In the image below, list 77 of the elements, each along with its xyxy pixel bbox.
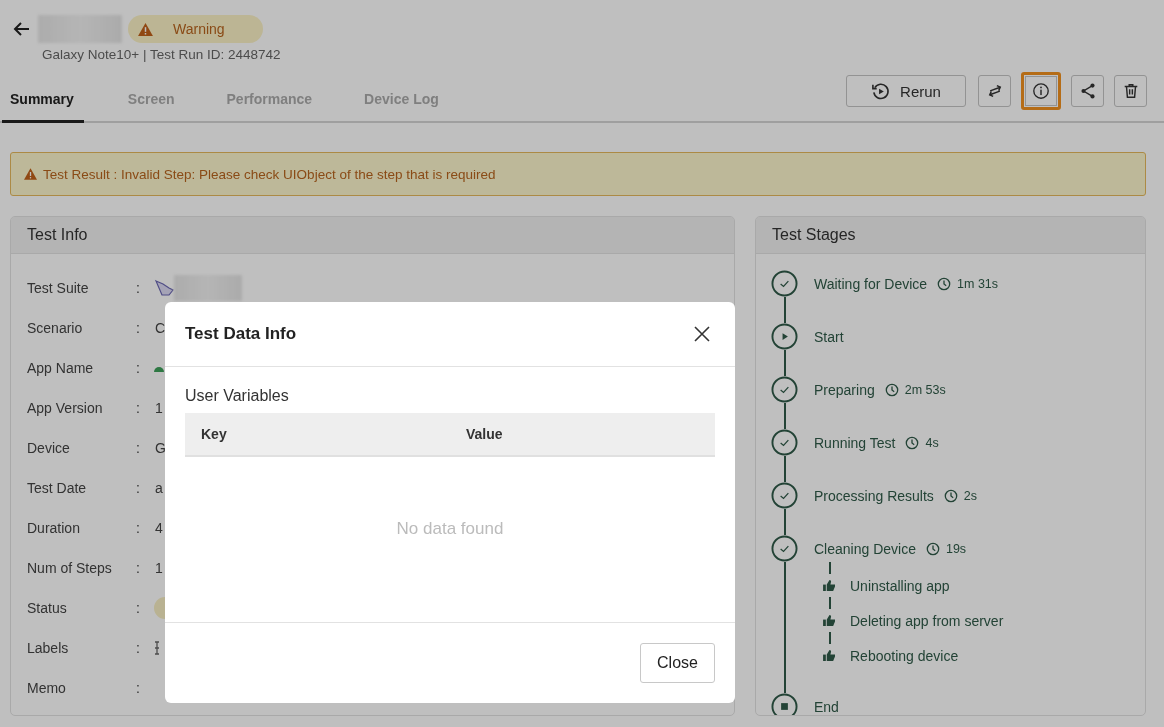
thumbs-up-icon [823,615,836,626]
blurred-text [174,275,242,301]
stage-name: Cleaning Device [814,540,916,557]
swap-button[interactable] [978,75,1011,107]
colon-separator: : [136,680,141,696]
replay-icon [871,81,891,101]
colon-separator: : [136,600,141,616]
colon-separator: : [136,400,141,416]
panel-title: Test Stages [756,217,1145,254]
colon-separator: : [136,640,141,656]
stage-name: Preparing [814,381,875,398]
clock-icon [884,382,899,397]
info-icon [1032,82,1050,100]
clock-icon [943,488,958,503]
panel-title: Test Info [11,217,734,254]
close-icon[interactable] [694,326,710,342]
substep-name: Deleting app from server [850,612,1004,629]
stage-duration: 4s [925,435,939,450]
thumbs-up-icon [823,580,836,591]
field-value: a [155,480,163,496]
stage-name: End [814,698,839,715]
field-label: Labels [27,640,70,656]
stage-duration: 2s [963,488,978,503]
info-button[interactable] [1021,72,1061,110]
colon-separator: : [136,560,141,576]
clock-icon [905,435,920,450]
field-label: Status [27,600,68,616]
field-value: 4 [155,520,163,536]
stage-name: Waiting for Device [814,275,928,292]
field-value: 1 [155,560,163,576]
field-label: App Version [27,400,104,416]
colon-separator: : [136,480,141,496]
clock-icon [937,276,952,291]
stage-name: Processing Results [814,487,934,504]
status-badge: Warning [128,15,263,43]
colon-separator: : [136,440,141,456]
colon-separator: : [136,520,141,536]
close-button[interactable]: Close [640,643,715,683]
field-label: App Name [27,360,95,376]
field-label: Memo [27,680,67,696]
stage-duration: 19s [945,541,967,556]
field-value: C [155,320,166,336]
field-value: 1 [155,400,163,416]
field-label: Scenario [27,320,84,336]
substep-name: Rebooting device [850,647,959,664]
colon-separator: : [136,320,141,336]
field-label: Duration [27,520,81,536]
stage-name: Start [814,328,844,345]
rerun-button[interactable]: Rerun [846,75,966,107]
thumbs-up-icon [823,650,836,661]
field-value: G [155,440,166,456]
field-label: Device [27,440,71,456]
tag-icon [154,640,160,656]
warning-icon [24,168,37,180]
stage-duration: 2m 53s [904,382,946,397]
suite-icon [154,279,174,297]
warning-icon [138,22,153,36]
colon-separator: : [136,280,141,296]
delete-button[interactable] [1114,75,1147,107]
field-label: Test Suite [27,280,90,296]
column-header: Key [200,426,228,442]
stage-name: Running Test [814,434,896,451]
empty-message: No data found [396,519,504,539]
android-icon [154,364,164,372]
tab[interactable]: Summary [2,91,84,123]
stage-duration: 1m 31s [957,276,999,291]
dialog-title: Test Data Info [185,324,297,344]
section-title: User Variables [185,387,290,405]
colon-separator: : [136,360,141,376]
substep-name: Uninstalling app [850,577,950,594]
clock-icon [925,541,940,556]
column-header: Value [465,426,504,442]
device-subtitle: Galaxy Note10+ | Test Run ID: 2448742 [42,47,282,62]
field-label: Test Date [27,480,88,496]
share-button[interactable] [1071,75,1104,107]
alert-message: Test Result : Invalid Step: Please check UIObject of the step that is required [43,166,496,182]
field-label: Num of Steps [27,560,113,576]
